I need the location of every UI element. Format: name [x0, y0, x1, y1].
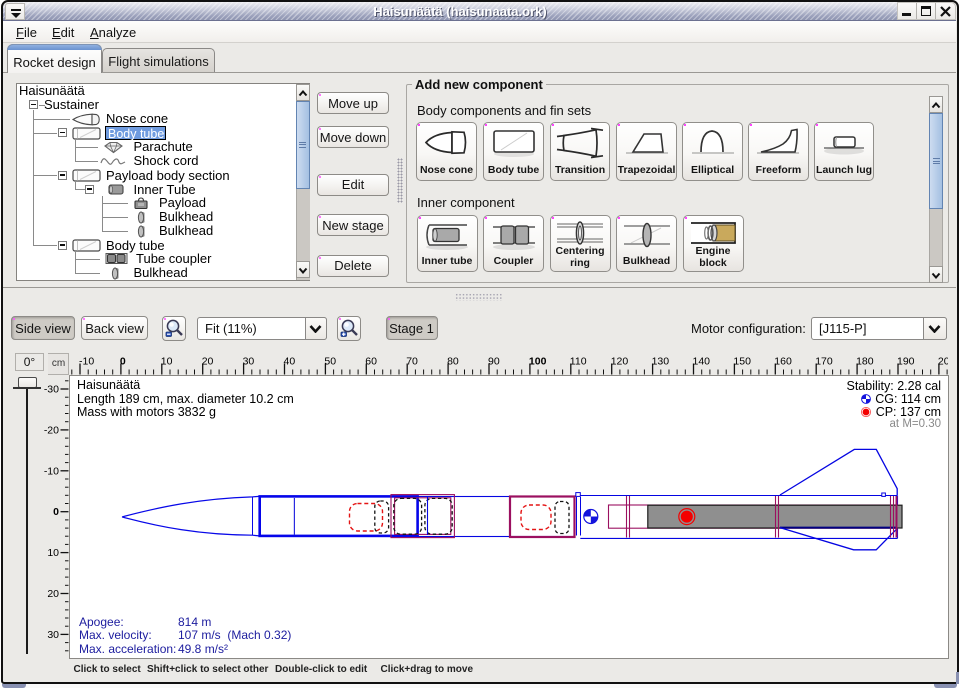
svg-text:0: 0: [120, 356, 126, 368]
svg-text:180: 180: [856, 356, 874, 368]
svg-text:-30: -30: [44, 384, 59, 396]
svg-text:70: 70: [406, 356, 418, 368]
svg-text:190: 190: [897, 356, 915, 368]
svg-text:110: 110: [570, 356, 587, 368]
svg-text:90: 90: [488, 356, 500, 368]
svg-text:10: 10: [47, 547, 59, 559]
svg-text:10: 10: [161, 356, 173, 368]
svg-text:-20: -20: [44, 424, 59, 436]
svg-text:150: 150: [733, 356, 751, 368]
svg-text:160: 160: [774, 356, 792, 368]
svg-text:50: 50: [324, 356, 336, 368]
svg-text:20: 20: [47, 588, 59, 600]
svg-text:130: 130: [652, 356, 670, 368]
svg-text:170: 170: [815, 356, 833, 368]
svg-text:60: 60: [365, 356, 377, 368]
svg-text:-10: -10: [44, 465, 59, 477]
svg-text:20: 20: [202, 356, 214, 368]
svg-text:30: 30: [243, 356, 255, 368]
svg-text:120: 120: [611, 356, 629, 368]
svg-text:100: 100: [529, 356, 547, 368]
svg-text:140: 140: [693, 356, 711, 368]
svg-text:40: 40: [284, 356, 296, 368]
svg-text:0: 0: [53, 506, 59, 518]
svg-text:80: 80: [447, 356, 459, 368]
svg-text:200: 200: [938, 356, 948, 368]
svg-text:-10: -10: [79, 356, 94, 368]
svg-text:30: 30: [47, 629, 59, 641]
